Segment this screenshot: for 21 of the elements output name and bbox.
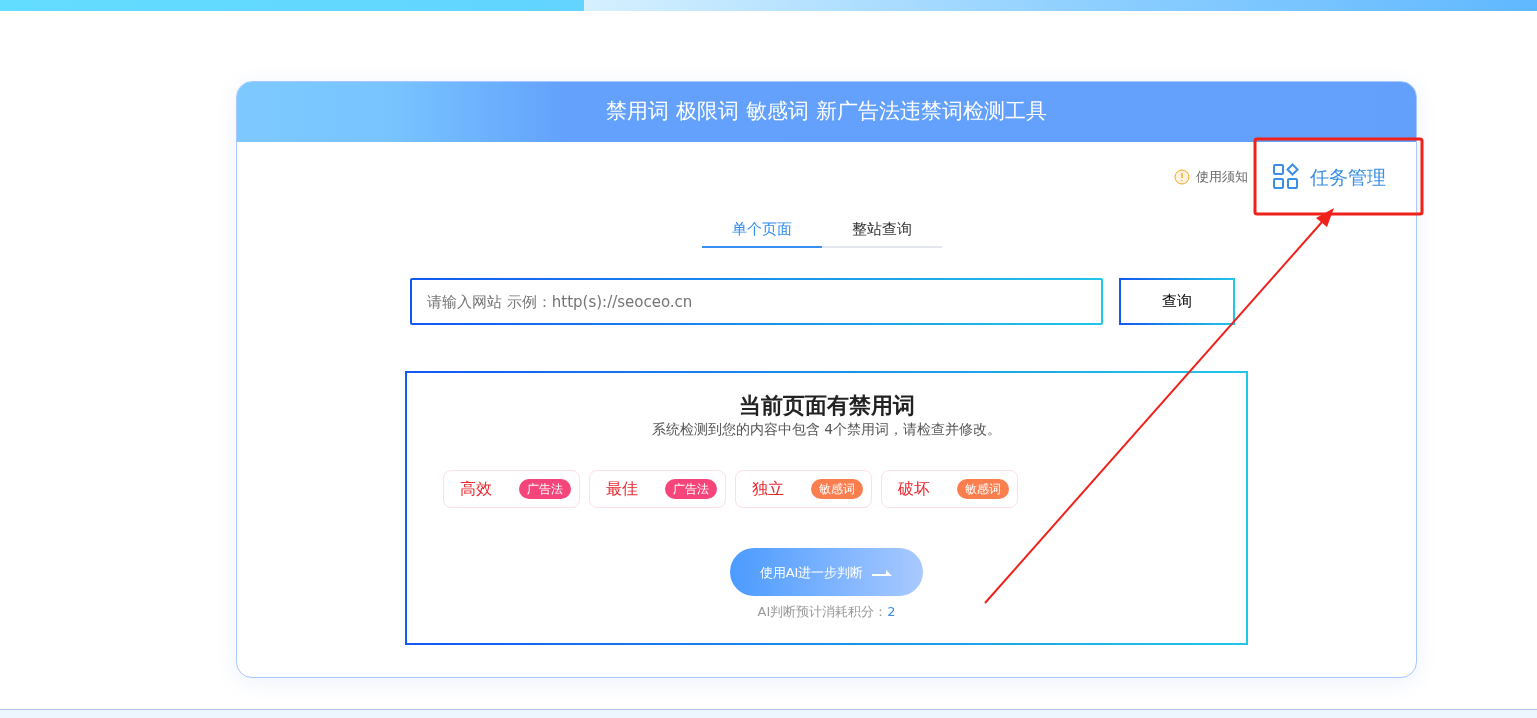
query-button[interactable]: 查询	[1119, 278, 1235, 325]
category-tag: 敏感词	[811, 479, 863, 500]
tab[interactable]: 整站查询	[821, 212, 942, 248]
category-tag: 敏感词	[957, 479, 1009, 500]
word-text: 破坏	[898, 478, 930, 501]
result-summary: 系统检测到您的内容中包含 4个禁用词，请检查并修改。	[650, 420, 1003, 440]
notice-link[interactable]: 使用须知	[1174, 167, 1248, 187]
word-text: 独立	[752, 478, 784, 501]
info-icon	[1174, 169, 1190, 185]
result-title: 当前页面有禁用词	[737, 393, 916, 420]
word-text: 高效	[460, 478, 492, 501]
card-title: 禁用词 极限词 敏感词 新广告法违禁词检测工具	[606, 98, 1047, 126]
cost-text: AI判断预计消耗积分：2	[756, 603, 897, 622]
category-tag: 广告法	[665, 479, 717, 500]
arrow-icon	[871, 567, 894, 578]
tab[interactable]: 单个页面	[701, 212, 822, 248]
category-tag: 广告法	[519, 479, 571, 500]
grid-icon	[1272, 163, 1300, 191]
task-management-button[interactable]: 任务管理	[1266, 158, 1392, 196]
word-text: 最佳	[606, 478, 638, 501]
url-input-field[interactable]: 请输入网站 示例：http(s)://seoceo.cn	[410, 278, 1103, 325]
